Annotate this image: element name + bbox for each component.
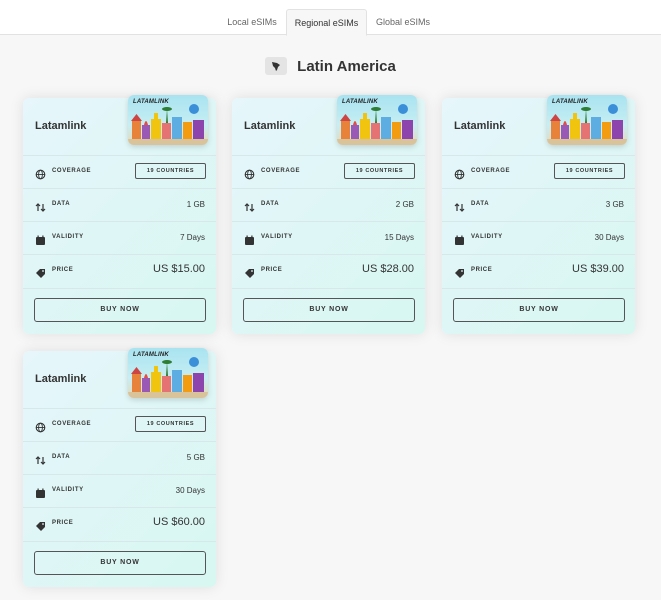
price-label: PRICE — [261, 267, 283, 273]
price-label: PRICE — [52, 267, 74, 273]
validity-label: VALIDITY — [52, 487, 84, 493]
coverage-label: COVERAGE — [261, 168, 301, 174]
validity-value: 30 Days — [594, 233, 624, 242]
coverage-row: COVERAGE 19 COUNTRIES — [442, 156, 635, 189]
card-header: Latamlink LATAMLINK — [442, 95, 635, 156]
globe-icon — [454, 167, 465, 180]
package-illustration: LATAMLINK — [128, 95, 208, 145]
price-tag-icon — [244, 266, 255, 278]
price-row: PRICE US $15.00 — [23, 255, 216, 289]
package-name: Latamlink — [35, 120, 87, 132]
validity-label: VALIDITY — [52, 234, 84, 240]
data-value: 5 GB — [186, 453, 205, 462]
data-label: DATA — [52, 201, 71, 207]
esim-package-card: Latamlink LATAMLINK COVERAGE 19 COUNTRIE… — [442, 95, 635, 334]
coverage-row: COVERAGE 19 COUNTRIES — [23, 156, 216, 189]
buy-now-button[interactable]: BUY NOW — [34, 298, 206, 322]
thumb-brand-text: LATAMLINK — [342, 99, 378, 105]
calendar-icon — [244, 233, 255, 245]
card-header: Latamlink LATAMLINK — [23, 95, 216, 156]
data-label: DATA — [52, 454, 71, 460]
validity-value: 15 Days — [384, 233, 414, 242]
up-down-arrows-icon — [244, 200, 255, 212]
card-header: Latamlink LATAMLINK — [23, 348, 216, 409]
price-value: US $60.00 — [153, 516, 205, 528]
coverage-countries-button[interactable]: 19 COUNTRIES — [135, 416, 206, 432]
package-illustration: LATAMLINK — [128, 348, 208, 398]
card-header: Latamlink LATAMLINK — [232, 95, 425, 156]
up-down-arrows-icon — [454, 200, 465, 212]
price-tag-icon — [35, 519, 46, 531]
price-value: US $15.00 — [153, 263, 205, 275]
data-row: DATA 2 GB — [232, 189, 425, 222]
esim-type-tabs: Local eSIMs Regional eSIMs Global eSIMs — [0, 0, 661, 36]
price-tag-icon — [35, 266, 46, 278]
data-row: DATA 1 GB — [23, 189, 216, 222]
validity-row: VALIDITY 30 Days — [23, 475, 216, 508]
up-down-arrows-icon — [35, 200, 46, 212]
data-label: DATA — [261, 201, 280, 207]
buy-now-button[interactable]: BUY NOW — [453, 298, 625, 322]
south-america-map-icon — [265, 57, 288, 75]
data-value: 2 GB — [395, 200, 414, 209]
coverage-countries-button[interactable]: 19 COUNTRIES — [135, 163, 206, 179]
package-name: Latamlink — [35, 373, 87, 385]
price-row: PRICE US $39.00 — [442, 255, 635, 289]
thumb-brand-text: LATAMLINK — [552, 99, 588, 105]
package-name: Latamlink — [454, 120, 506, 132]
price-value: US $28.00 — [362, 263, 414, 275]
validity-value: 30 Days — [175, 486, 205, 495]
coverage-countries-button[interactable]: 19 COUNTRIES — [554, 163, 625, 179]
price-tag-icon — [454, 266, 465, 278]
up-down-arrows-icon — [35, 453, 46, 465]
validity-row: VALIDITY 15 Days — [232, 222, 425, 255]
price-row: PRICE US $28.00 — [232, 255, 425, 289]
calendar-icon — [454, 233, 465, 245]
tab-global-esims[interactable]: Global eSIMs — [367, 9, 439, 35]
buy-now-button[interactable]: BUY NOW — [34, 551, 206, 575]
globe-icon — [35, 420, 46, 433]
price-row: PRICE US $60.00 — [23, 508, 216, 542]
thumb-brand-text: LATAMLINK — [133, 99, 169, 105]
package-name: Latamlink — [244, 120, 296, 132]
validity-value: 7 Days — [180, 233, 205, 242]
calendar-icon — [35, 486, 46, 498]
package-illustration: LATAMLINK — [337, 95, 417, 145]
coverage-row: COVERAGE 19 COUNTRIES — [232, 156, 425, 189]
globe-icon — [35, 167, 46, 180]
data-row: DATA 3 GB — [442, 189, 635, 222]
buy-now-button[interactable]: BUY NOW — [243, 298, 415, 322]
validity-label: VALIDITY — [471, 234, 503, 240]
coverage-label: COVERAGE — [471, 168, 511, 174]
esim-package-card: Latamlink LATAMLINK COVERAGE 19 COUNTRIE… — [232, 95, 425, 334]
tab-regional-esims[interactable]: Regional eSIMs — [286, 9, 367, 36]
price-label: PRICE — [471, 267, 493, 273]
data-value: 3 GB — [605, 200, 624, 209]
coverage-label: COVERAGE — [52, 421, 92, 427]
data-row: DATA 5 GB — [23, 442, 216, 475]
validity-row: VALIDITY 30 Days — [442, 222, 635, 255]
esim-package-card: Latamlink LATAMLINK COVERAGE 19 COUNTRIE… — [23, 95, 216, 334]
region-title: Latin America — [297, 57, 396, 75]
price-value: US $39.00 — [572, 263, 624, 275]
tab-local-esims[interactable]: Local eSIMs — [218, 9, 286, 35]
coverage-countries-button[interactable]: 19 COUNTRIES — [344, 163, 415, 179]
data-value: 1 GB — [186, 200, 205, 209]
region-heading: Latin America — [0, 55, 661, 77]
validity-row: VALIDITY 7 Days — [23, 222, 216, 255]
price-label: PRICE — [52, 520, 74, 526]
coverage-row: COVERAGE 19 COUNTRIES — [23, 409, 216, 442]
esim-package-card: Latamlink LATAMLINK COVERAGE 19 COUNTRIE… — [23, 348, 216, 587]
calendar-icon — [35, 233, 46, 245]
package-illustration: LATAMLINK — [547, 95, 627, 145]
data-label: DATA — [471, 201, 490, 207]
validity-label: VALIDITY — [261, 234, 293, 240]
globe-icon — [244, 167, 255, 180]
coverage-label: COVERAGE — [52, 168, 92, 174]
thumb-brand-text: LATAMLINK — [133, 352, 169, 358]
